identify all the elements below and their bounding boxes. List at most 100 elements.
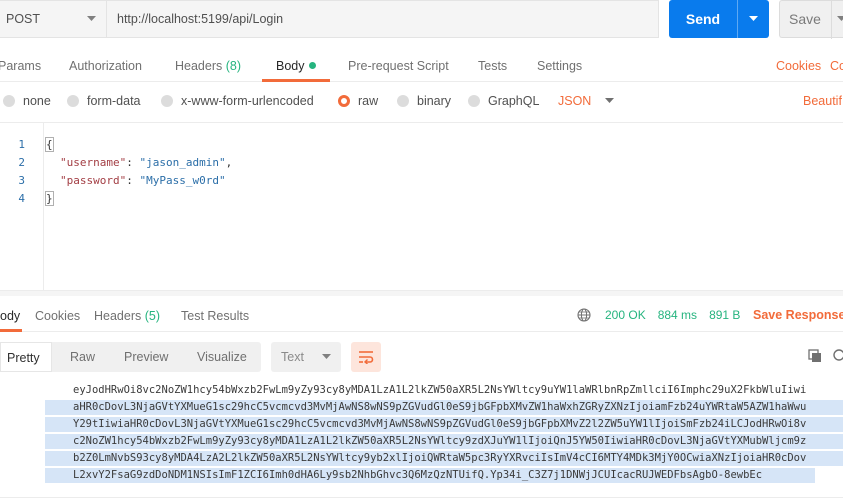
- json-trail: ,: [225, 156, 233, 169]
- token-line: c2NoZW1hcy54bWxzb2FwLm9yZy93cy8yMDA1LzA1…: [45, 434, 843, 449]
- radio-circle: [161, 95, 173, 107]
- response-headers-count: (5): [144, 309, 161, 323]
- view-preview-button[interactable]: Preview: [124, 342, 168, 372]
- radio-circle-selected: [338, 95, 350, 107]
- close-brace: }: [45, 191, 54, 206]
- bottom-divider: [0, 497, 843, 498]
- format-dropdown[interactable]: JSON: [558, 94, 615, 108]
- tab-headers[interactable]: Headers (8): [175, 52, 241, 82]
- radio-raw-label: raw: [358, 94, 379, 108]
- radio-raw[interactable]: raw: [338, 94, 378, 108]
- format-label: JSON: [558, 94, 592, 108]
- line-number: 1: [18, 138, 25, 151]
- pane-resize-handle[interactable]: [0, 290, 843, 296]
- tab-tests[interactable]: Tests: [478, 52, 507, 82]
- headers-count: (8): [225, 59, 242, 73]
- request-body-editor[interactable]: 1 2 3 4 { "username": "jason_admin", "pa…: [0, 122, 843, 291]
- view-pretty-button[interactable]: Pretty: [0, 342, 52, 372]
- text-format-dropdown[interactable]: Text: [271, 342, 341, 372]
- response-status: 200 OK 884 ms 891 B: [577, 308, 740, 322]
- send-options-button[interactable]: [738, 16, 769, 22]
- request-tabs: Params Authorization Headers (8) Body Pr…: [0, 52, 843, 82]
- tab-authorization[interactable]: Authorization: [69, 52, 142, 82]
- status-code[interactable]: 200 OK: [605, 308, 646, 322]
- chevron-down-icon[interactable]: [837, 16, 843, 22]
- radio-graphql[interactable]: GraphQL: [468, 94, 539, 108]
- radio-urlencoded-label: x-www-form-urlencoded: [181, 94, 314, 108]
- radio-circle: [468, 95, 480, 107]
- token-line: aHR0cDovL3NjaGVtYXMueG1sc29hcC5vcmcvd3Mv…: [45, 400, 843, 415]
- line-number-gutter: 1 2 3 4: [0, 123, 44, 291]
- token-line: b2Z0LmNvbS93cy8yMDA4LzA2L2lkZW50aXR5L2Ns…: [45, 451, 843, 466]
- save-label: Save: [789, 11, 821, 27]
- view-visualize-button[interactable]: Visualize: [197, 342, 247, 372]
- radio-circle: [3, 95, 15, 107]
- token-line: L2xvY2FsaG9zdDoNDM1NSIsImF1ZCI6Imh0dHA6L…: [45, 468, 815, 483]
- tab-body[interactable]: Body: [262, 52, 330, 82]
- response-time[interactable]: 884 ms: [658, 308, 697, 322]
- tab-headers-label: Headers: [175, 59, 223, 73]
- save-response-button[interactable]: Save Response: [753, 308, 843, 322]
- json-key: "password": [60, 174, 127, 187]
- wrap-lines-icon: [359, 351, 374, 364]
- chevron-down-icon: [322, 354, 331, 359]
- token-line: eyJodHRwOi8vc2NoZW1hcy54bWxzb2FwLm9yZy93…: [73, 384, 807, 396]
- method-dropdown[interactable]: POST: [0, 0, 107, 38]
- globe-icon[interactable]: [577, 308, 591, 322]
- tab-response-body[interactable]: ody: [0, 302, 23, 332]
- tab-response-headers[interactable]: Headers (5): [94, 302, 160, 332]
- radio-urlencoded[interactable]: x-www-form-urlencoded: [161, 94, 314, 108]
- radio-none-label: none: [23, 94, 51, 108]
- response-size[interactable]: 891 B: [709, 308, 740, 322]
- body-indicator-dot: [308, 62, 316, 69]
- response-view-bar: Pretty Raw Preview Visualize Text: [0, 342, 843, 372]
- radio-form-data-label: form-data: [87, 94, 141, 108]
- body-type-selector: none form-data x-www-form-urlencoded raw…: [0, 89, 843, 115]
- send-button[interactable]: Send: [669, 0, 769, 38]
- beautify-link[interactable]: Beautif: [803, 94, 842, 108]
- wrap-lines-button[interactable]: [351, 342, 381, 372]
- search-icon[interactable]: [831, 349, 843, 363]
- tab-params[interactable]: Params: [0, 52, 41, 82]
- tab-settings[interactable]: Settings: [537, 52, 582, 82]
- tab-body-label: Body: [276, 59, 305, 73]
- tab-test-results[interactable]: Test Results: [181, 302, 249, 332]
- tab-response-headers-label: Headers: [94, 309, 142, 323]
- save-divider: [831, 1, 832, 39]
- open-brace: {: [45, 137, 54, 152]
- radio-circle: [397, 95, 409, 107]
- code-link[interactable]: Co: [830, 52, 843, 82]
- chevron-down-icon: [87, 16, 96, 21]
- tab-pre-request-script[interactable]: Pre-request Script: [348, 52, 449, 82]
- code-line: {: [45, 137, 54, 152]
- chevron-down-icon: [605, 98, 615, 103]
- json-key: "username": [60, 156, 127, 169]
- url-text: http://localhost:5199/api/Login: [117, 12, 284, 26]
- cookies-link[interactable]: Cookies: [776, 52, 821, 82]
- radio-graphql-label: GraphQL: [488, 94, 540, 108]
- response-body[interactable]: eyJodHRwOi8vc2NoZW1hcy54bWxzb2FwLm9yZy93…: [45, 383, 843, 490]
- line-number: 2: [18, 156, 25, 169]
- tab-response-cookies[interactable]: Cookies: [35, 302, 80, 332]
- view-raw-button[interactable]: Raw: [70, 342, 95, 372]
- request-url-bar: POST http://localhost:5199/api/Login Sen…: [0, 0, 843, 40]
- radio-binary-label: binary: [417, 94, 452, 108]
- line-number: 3: [18, 174, 25, 187]
- code-line: "password": "MyPass_w0rd": [60, 174, 226, 187]
- url-input[interactable]: http://localhost:5199/api/Login: [107, 0, 659, 38]
- radio-binary[interactable]: binary: [397, 94, 451, 108]
- chevron-down-icon: [749, 16, 758, 21]
- copy-icon[interactable]: [808, 349, 822, 363]
- method-label: POST: [6, 12, 41, 26]
- token-line: Y29tIiwiaHR0cDovL3NjaGVtYXMueG1sc29hcC5v…: [45, 417, 843, 432]
- line-number: 4: [18, 192, 25, 205]
- code-line: }: [45, 191, 54, 206]
- json-value: "MyPass_w0rd": [139, 174, 226, 187]
- code-line: "username": "jason_admin",: [60, 156, 233, 169]
- send-label: Send: [685, 11, 721, 27]
- radio-form-data[interactable]: form-data: [67, 94, 141, 108]
- save-button[interactable]: Save: [779, 0, 843, 39]
- text-format-label: Text: [281, 350, 304, 364]
- radio-none[interactable]: none: [3, 94, 51, 108]
- view-mode-group: Pretty Raw Preview Visualize: [0, 342, 261, 372]
